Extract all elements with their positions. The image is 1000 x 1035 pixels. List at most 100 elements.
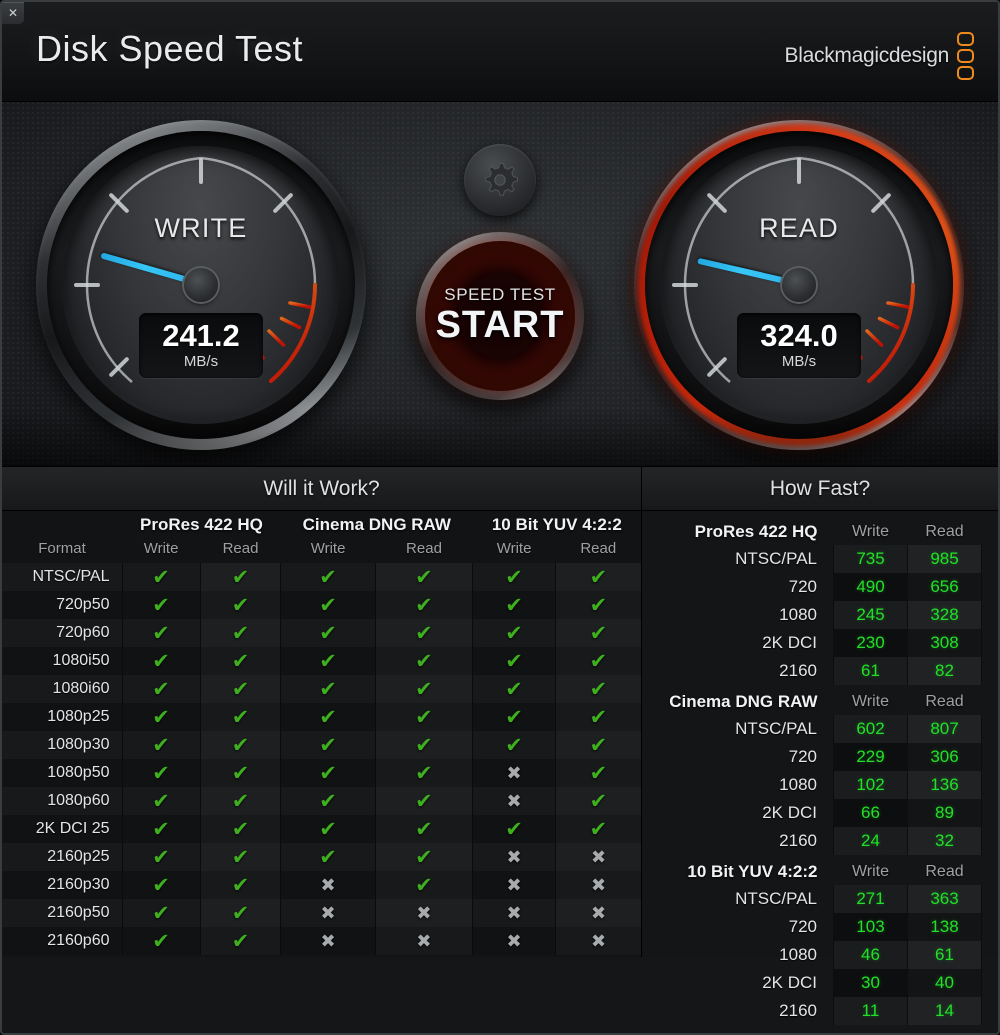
write-speed-value: 602	[833, 715, 908, 743]
table-row: 2160p50 ✔ ✔ ✖ ✖ ✖ ✖	[2, 899, 641, 927]
table-row: 2K DCI 30 40	[646, 969, 982, 997]
supported-cell: ✔	[374, 787, 473, 815]
supported-cell: ✔	[374, 591, 473, 619]
results-body: ProRes 422 HQ Cinema DNG RAW 10 Bit YUV 4:…	[2, 511, 998, 1025]
resolution-label: 1080	[779, 775, 817, 794]
cross-icon: ✖	[590, 930, 607, 951]
check-icon: ✔	[152, 818, 170, 841]
supported-cell: ✔	[280, 843, 376, 871]
read-speed-value: 306	[907, 743, 982, 771]
unsupported-cell: ✖	[472, 871, 556, 899]
check-icon: ✔	[231, 622, 250, 645]
table-row: NTSC/PAL ✔ ✔ ✔ ✔ ✔ ✔	[2, 563, 641, 591]
supported-cell: ✔	[554, 591, 641, 619]
check-icon: ✔	[589, 594, 608, 617]
table-row: 2K DCI 25 ✔ ✔ ✔ ✔ ✔ ✔	[2, 815, 641, 843]
resolution-label: 2160	[779, 661, 817, 680]
unsupported-cell: ✖	[472, 899, 556, 927]
supported-cell: ✔	[199, 787, 281, 815]
supported-cell: ✔	[374, 843, 473, 871]
write-speed-value: 103	[833, 913, 908, 941]
column-header-write-5: Write	[496, 540, 532, 557]
table-row: 720 229 306	[646, 743, 982, 771]
table-row: 2K DCI 230 308	[646, 629, 982, 657]
write-speed-value: 735	[833, 545, 908, 573]
check-icon: ✔	[415, 874, 433, 897]
how-fast-tables: ProRes 422 HQ Write Read NTSC/PAL 735 985 720 4…	[642, 515, 998, 1025]
check-icon: ✔	[319, 594, 337, 617]
check-icon: ✔	[589, 678, 608, 701]
check-icon: ✔	[589, 762, 608, 785]
format-label: 720p50	[2, 591, 122, 619]
table-row: 1080 46 61	[646, 941, 982, 969]
supported-cell: ✔	[472, 703, 556, 731]
unsupported-cell: ✖	[280, 871, 376, 899]
read-gauge-hub	[782, 268, 816, 302]
cross-icon: ✖	[506, 846, 522, 867]
cross-icon: ✖	[320, 930, 336, 951]
check-icon: ✔	[505, 734, 523, 757]
check-icon: ✔	[231, 678, 250, 701]
cross-icon: ✖	[506, 902, 522, 923]
read-speed-value: 61	[907, 941, 982, 969]
check-icon: ✔	[589, 706, 608, 729]
will-it-work-rows: NTSC/PAL ✔ ✔ ✔ ✔ ✔ ✔ 720p50 ✔ ✔ ✔ ✔ ✔ ✔ 720p60 ✔ ✔ ✔ ✔ ✔ ✔ 10…	[2, 563, 641, 955]
format-label: 1080p30	[2, 731, 122, 759]
supported-cell: ✔	[374, 815, 473, 843]
format-label: 2K DCI 25	[2, 815, 122, 843]
table-row: 2160 11 14	[646, 997, 982, 1025]
how-fast-group-3: 10 Bit YUV 4:2:2 Write Read NTSC/PAL 271 363 7…	[646, 855, 982, 1025]
unsupported-cell: ✖	[472, 843, 556, 871]
format-label: 1080p50	[2, 759, 122, 787]
table-row: 1080p60 ✔ ✔ ✔ ✔ ✖ ✔	[2, 787, 641, 815]
check-icon: ✔	[231, 734, 250, 757]
format-label: 2160p25	[2, 843, 122, 871]
start-speed-test-button[interactable]: SPEED TEST START	[416, 232, 584, 400]
unsupported-cell: ✖	[374, 899, 473, 927]
will-it-work-pane: ProRes 422 HQ Cinema DNG RAW 10 Bit YUV 4:…	[2, 511, 642, 957]
title-bar: ✕ Disk Speed Test Blackmagicdesign	[2, 2, 998, 102]
supported-cell: ✔	[199, 899, 281, 927]
supported-cell: ✔	[374, 647, 473, 675]
supported-cell: ✔	[374, 619, 473, 647]
check-icon: ✔	[415, 650, 433, 673]
supported-cell: ✔	[280, 731, 376, 759]
unsupported-cell: ✖	[280, 927, 376, 955]
settings-button[interactable]	[464, 144, 536, 216]
cross-icon: ✖	[590, 846, 607, 867]
read-column-header: Read	[925, 863, 964, 880]
supported-cell: ✔	[121, 563, 201, 591]
table-row: 2K DCI 66 89	[646, 799, 982, 827]
check-icon: ✔	[152, 650, 170, 673]
supported-cell: ✔	[280, 563, 376, 591]
format-label: 720p60	[2, 619, 122, 647]
page-title: Disk Speed Test	[36, 28, 303, 69]
table-row: 1080p25 ✔ ✔ ✔ ✔ ✔ ✔	[2, 703, 641, 731]
supported-cell: ✔	[199, 675, 281, 703]
supported-cell: ✔	[280, 703, 376, 731]
column-sub-header-row: Format Write Read Write Read Write Read	[2, 538, 641, 563]
check-icon: ✔	[415, 566, 433, 589]
supported-cell: ✔	[554, 787, 641, 815]
resolution-label: 2K DCI	[762, 973, 817, 992]
supported-cell: ✔	[121, 759, 201, 787]
column-header-write-1: Write	[143, 540, 179, 557]
how-fast-pane: ProRes 422 HQ Write Read NTSC/PAL 735 985 720 4…	[642, 511, 998, 1025]
read-speed-value: 89	[907, 799, 982, 827]
how-fast-group-header: Cinema DNG RAW Write Read	[646, 685, 982, 715]
check-icon: ✔	[152, 566, 170, 589]
resolution-label: NTSC/PAL	[735, 719, 817, 738]
check-icon: ✔	[319, 734, 337, 757]
brand-logo: Blackmagicdesign	[785, 32, 974, 80]
write-speed-value: 11	[833, 997, 908, 1025]
check-icon: ✔	[319, 818, 337, 841]
check-icon: ✔	[589, 650, 608, 673]
supported-cell: ✔	[374, 703, 473, 731]
close-icon[interactable]: ✕	[2, 2, 24, 24]
supported-cell: ✔	[280, 675, 376, 703]
resolution-label: 720	[788, 917, 817, 936]
table-row: 1080p50 ✔ ✔ ✔ ✔ ✖ ✔	[2, 759, 641, 787]
check-icon: ✔	[589, 790, 608, 813]
supported-cell: ✔	[199, 759, 281, 787]
supported-cell: ✔	[280, 815, 376, 843]
